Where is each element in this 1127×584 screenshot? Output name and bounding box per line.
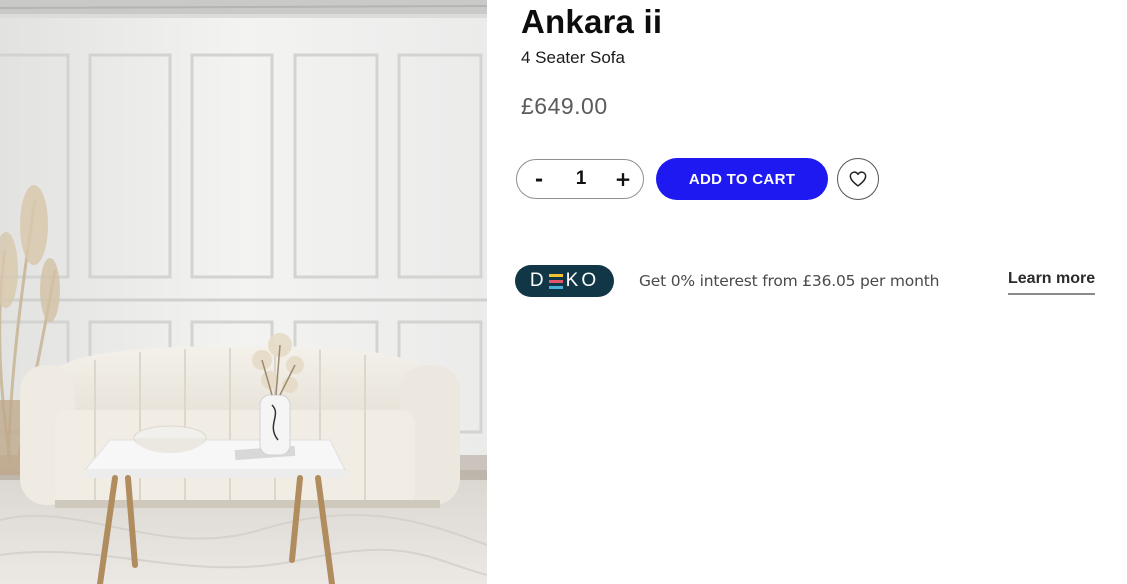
product-price: £649.00 (521, 93, 608, 119)
quantity-value[interactable]: 1 (566, 168, 596, 190)
deko-logo-bars (548, 273, 563, 289)
product-title: Ankara ii (521, 3, 663, 40)
deko-logo-right: KO (565, 270, 600, 291)
increment-button[interactable]: + (611, 167, 635, 191)
product-image (0, 0, 487, 584)
add-to-cart-button[interactable]: ADD TO CART (656, 158, 828, 200)
wishlist-button[interactable] (837, 158, 879, 200)
deko-logo-left: D (529, 270, 547, 291)
learn-more-link[interactable]: Learn more (1008, 268, 1096, 295)
product-subtitle: 4 Seater Sofa (521, 48, 625, 67)
heart-icon (849, 171, 867, 187)
product-page: Ankara ii 4 Seater Sofa £649.00 - 1 + AD… (0, 0, 1127, 584)
deko-logo: D KO (515, 265, 614, 297)
finance-offer-text: Get 0% interest from £36.05 per month (639, 272, 940, 290)
quantity-stepper: - 1 + (516, 159, 644, 199)
decrement-button[interactable]: - (527, 167, 551, 191)
